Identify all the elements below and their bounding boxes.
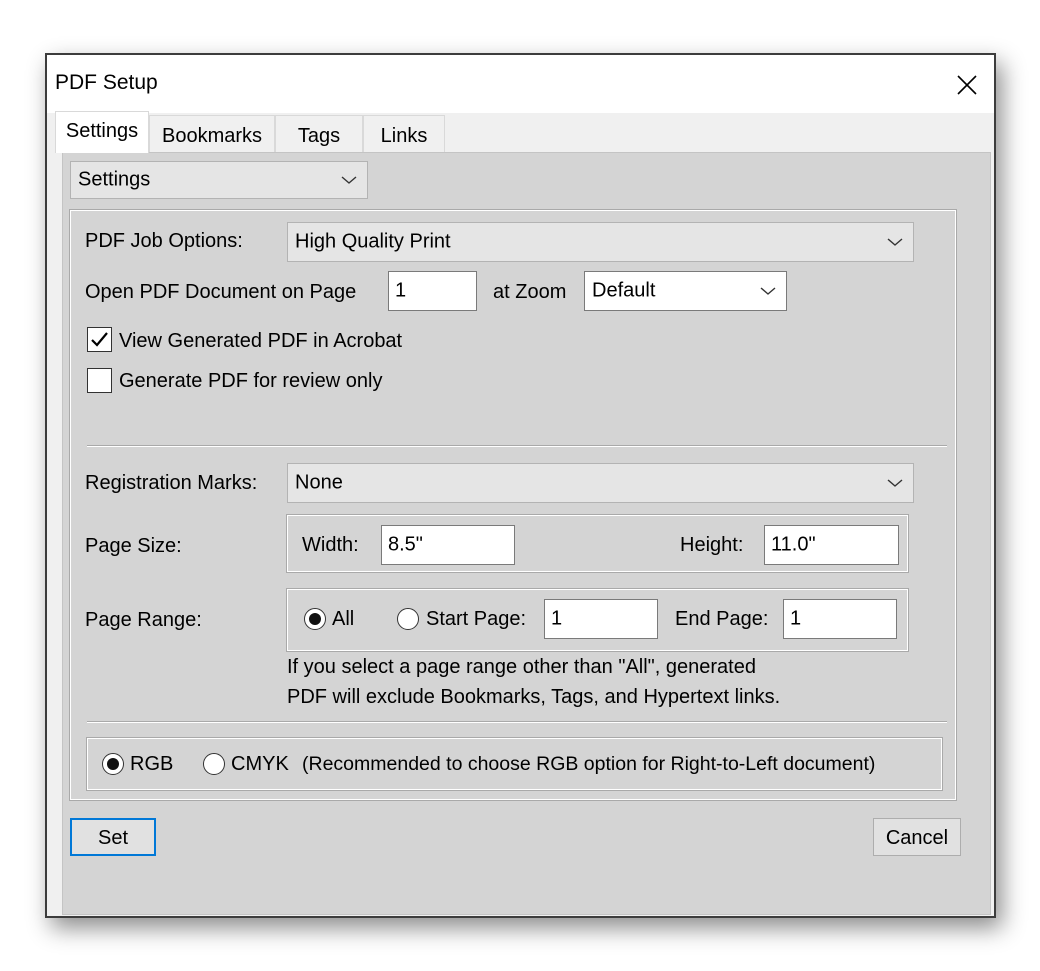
section-select[interactable]: Settings <box>70 161 368 199</box>
end-page-value: 1 <box>790 607 802 630</box>
width-input[interactable]: 8.5" <box>381 525 515 565</box>
page-range-note-line2: PDF will exclude Bookmarks, Tags, and Hy… <box>287 686 781 708</box>
chevron-down-icon <box>887 479 903 487</box>
cmyk-radio[interactable] <box>203 753 225 775</box>
radio-selected-dot <box>107 758 119 770</box>
settings-group: PDF Job Options: High Quality Print Open… <box>69 209 957 801</box>
page-range-all-radio[interactable] <box>304 608 326 630</box>
rgb-label: RGB <box>130 753 174 775</box>
job-options-value: High Quality Print <box>295 230 451 253</box>
color-mode-note: (Recommended to choose RGB option for Ri… <box>302 753 876 775</box>
cmyk-label: CMYK <box>231 753 289 775</box>
title-bar: PDF Setup <box>47 55 994 113</box>
close-icon <box>957 75 977 95</box>
zoom-label: at Zoom <box>493 281 567 303</box>
set-button[interactable]: Set <box>70 818 156 856</box>
separator <box>87 721 947 723</box>
width-label: Width: <box>302 534 359 556</box>
page-range-note-line1: If you select a page range other than "A… <box>287 656 756 678</box>
registration-marks-select[interactable]: None <box>287 463 914 503</box>
page-range-group: All Start Page: 1 End Page: 1 <box>286 588 909 652</box>
end-page-input[interactable]: 1 <box>783 599 897 639</box>
zoom-select[interactable]: Default <box>584 271 787 311</box>
rgb-radio[interactable] <box>102 753 124 775</box>
height-input[interactable]: 11.0" <box>764 525 899 565</box>
open-page-label: Open PDF Document on Page <box>85 281 357 303</box>
page-range-start-radio[interactable] <box>397 608 419 630</box>
page-size-label: Page Size: <box>85 535 182 557</box>
height-value: 11.0" <box>771 533 816 556</box>
chevron-down-icon <box>760 287 776 295</box>
page-range-label: Page Range: <box>85 609 202 631</box>
view-in-acrobat-checkbox[interactable] <box>87 327 112 352</box>
tab-tags[interactable]: Tags <box>275 115 363 153</box>
page-size-group: Width: 8.5" Height: 11.0" <box>286 514 909 573</box>
radio-selected-dot <box>309 613 321 625</box>
job-options-label: PDF Job Options: <box>85 230 243 252</box>
page-range-all-label: All <box>332 608 355 630</box>
open-page-value: 1 <box>395 279 407 302</box>
registration-marks-value: None <box>295 471 343 494</box>
tab-links[interactable]: Links <box>363 115 445 153</box>
dialog-title: PDF Setup <box>55 71 158 94</box>
chevron-down-icon <box>887 238 903 246</box>
job-options-select[interactable]: High Quality Print <box>287 222 914 262</box>
separator <box>87 445 947 447</box>
zoom-value: Default <box>592 279 656 302</box>
start-page-label: Start Page: <box>426 608 527 630</box>
cancel-button[interactable]: Cancel <box>873 818 961 856</box>
review-only-checkbox[interactable] <box>87 368 112 393</box>
close-button[interactable] <box>945 63 989 107</box>
checkmark-icon <box>91 332 108 347</box>
chevron-down-icon <box>341 176 357 184</box>
width-value: 8.5" <box>388 533 423 556</box>
section-select-value: Settings <box>78 168 151 191</box>
color-mode-group: RGB CMYK (Recommended to choose RGB opti… <box>86 737 943 791</box>
tab-settings[interactable]: Settings <box>55 111 149 153</box>
height-label: Height: <box>680 534 744 556</box>
review-only-label: Generate PDF for review only <box>119 370 383 392</box>
end-page-label: End Page: <box>675 608 769 630</box>
registration-marks-label: Registration Marks: <box>85 472 258 494</box>
start-page-input[interactable]: 1 <box>544 599 658 639</box>
pdf-setup-dialog: PDF Setup Settings Bookmarks Tags Links … <box>45 53 996 918</box>
settings-tab-panel: Settings PDF Job Options: High Quality P… <box>62 152 991 915</box>
tab-bookmarks[interactable]: Bookmarks <box>149 115 275 153</box>
view-in-acrobat-label: View Generated PDF in Acrobat <box>119 330 403 352</box>
open-page-input[interactable]: 1 <box>388 271 477 311</box>
start-page-value: 1 <box>551 607 563 630</box>
